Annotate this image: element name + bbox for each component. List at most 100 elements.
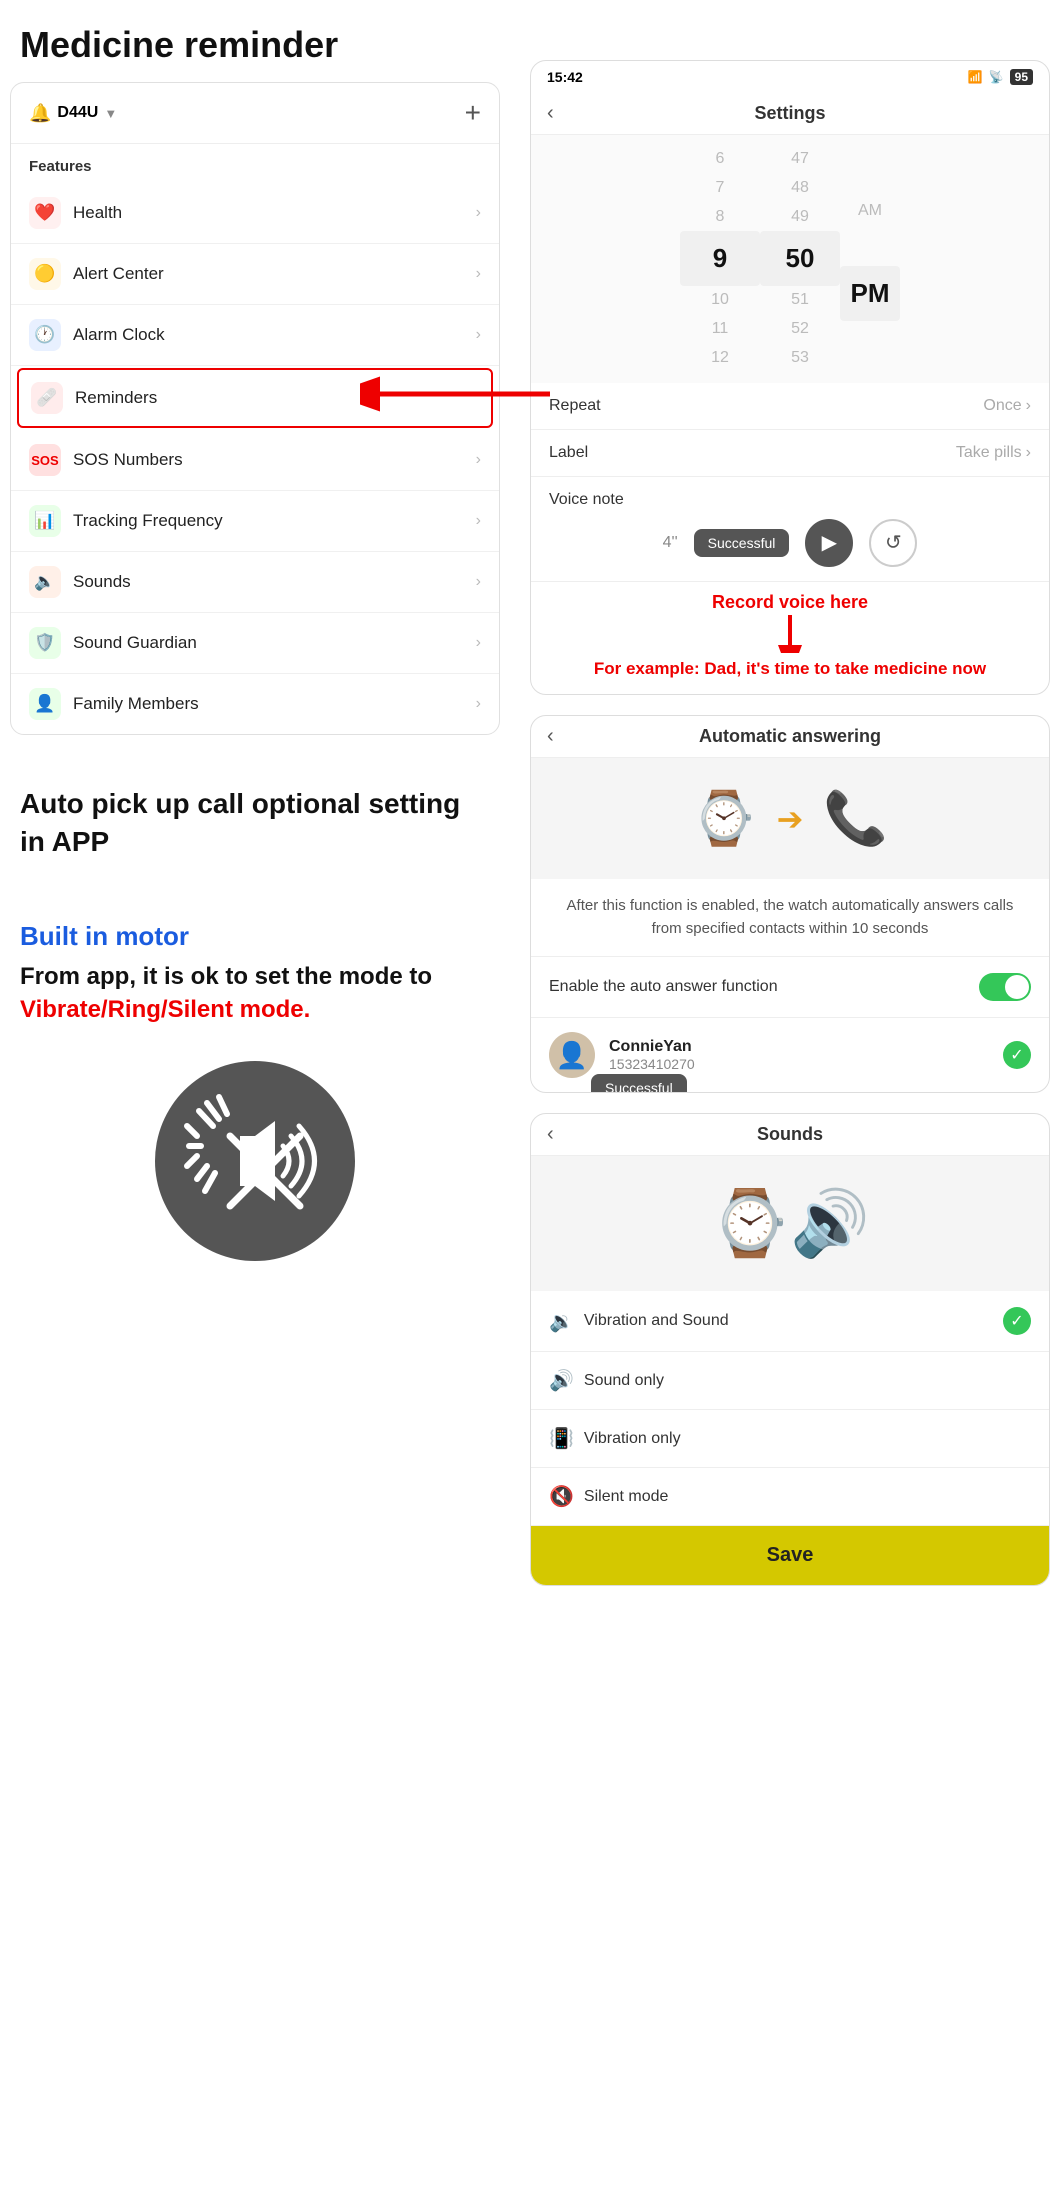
back-button[interactable]: ‹ (547, 102, 554, 125)
auto-answering-screen: ‹ Automatic answering ⌚ ➔ 📞 After this f… (530, 715, 1050, 1093)
minute-picker[interactable]: 47 48 49 50 51 52 53 (760, 145, 840, 373)
toggle-label: Enable the auto answer function (549, 978, 778, 996)
chevron-icon: › (476, 573, 481, 591)
toggle-switch[interactable] (979, 973, 1031, 1001)
duration-label: 4'' (663, 534, 678, 552)
voice-note-area: Voice note 4'' Successful ▶ ↺ (531, 477, 1049, 582)
contact-phone: 15323410270 (609, 1056, 989, 1072)
label-label: Label (549, 444, 588, 462)
auto-nav: ‹ Automatic answering (531, 716, 1049, 758)
repeat-value: Once › (983, 397, 1031, 415)
chevron-icon: › (476, 326, 481, 344)
contact-row: 👤 ConnieYan 15323410270 ✓ Successful (531, 1018, 1049, 1092)
sounds-screen: ‹ Sounds ⌚🔊 🔉 Vibration and Sound ✓ 🔊 So… (530, 1113, 1050, 1586)
sounds-illustration: ⌚🔊 (531, 1156, 1049, 1291)
hour-picker[interactable]: 6 7 8 9 10 11 12 (680, 145, 760, 373)
auto-back-button[interactable]: ‹ (547, 725, 554, 748)
avatar: 👤 (549, 1032, 595, 1078)
hour-12: 12 (711, 344, 729, 373)
motor-block: Built in motor From app, it is ok to set… (0, 881, 510, 1037)
sounds-screen-title: Sounds (757, 1124, 823, 1145)
min-51: 51 (791, 286, 809, 315)
signal-icon: 📶 (968, 70, 983, 84)
chevron-icon: › (476, 512, 481, 530)
tracking-label: Tracking Frequency (73, 511, 223, 531)
sidebar-item-family[interactable]: 👤 Family Members › (11, 674, 499, 734)
sound-option-vib-sound[interactable]: 🔉 Vibration and Sound ✓ (531, 1291, 1049, 1352)
vib-sound-icon: 🔉 (549, 1309, 574, 1334)
alert-icon: 🟡 (29, 258, 61, 290)
am-option: AM (858, 197, 882, 226)
down-arrow-svg (760, 613, 820, 653)
min-52: 52 (791, 315, 809, 344)
sound-only-icon: 🔊 (549, 1368, 574, 1393)
sos-icon: SOS (29, 444, 61, 476)
repeat-row[interactable]: Repeat Once › (531, 383, 1049, 430)
sidebar-item-sos[interactable]: SOS SOS Numbers › (11, 430, 499, 491)
sound-option-sound-only[interactable]: 🔊 Sound only (531, 1352, 1049, 1410)
device-name: 🔔 D44U ▼ (29, 103, 117, 124)
remind-icon: 🩹 (31, 382, 63, 414)
battery-indicator: 95 (1010, 69, 1033, 85)
chevron-icon: › (476, 634, 481, 652)
wifi-icon: 📡 (989, 70, 1004, 84)
sos-label: SOS Numbers (73, 450, 183, 470)
sidebar-item-alarm[interactable]: 🕐 Alarm Clock › (11, 305, 499, 366)
record-annotation: Record voice here For example: Dad, it's… (531, 582, 1049, 695)
sounds-back-button[interactable]: ‹ (547, 1123, 554, 1146)
replay-button[interactable]: ↺ (869, 519, 917, 567)
bell-icon: 🔔 (29, 103, 51, 124)
time-picker[interactable]: 6 7 8 9 10 11 12 47 48 49 50 51 52 53 AM… (531, 135, 1049, 383)
red-arrow-svg (360, 364, 560, 424)
features-label: Features (11, 144, 499, 183)
min-50-selected: 50 (760, 231, 840, 286)
hour-7: 7 (716, 174, 725, 203)
auto-desc: After this function is enabled, the watc… (531, 879, 1049, 957)
phone-icon: 📞 (823, 788, 888, 849)
contact-name: ConnieYan (609, 1038, 989, 1056)
built-in-motor-label: Built in motor (20, 921, 490, 952)
sounds-label: Sounds (73, 572, 131, 592)
silent-icon: 🔇 (549, 1484, 574, 1509)
sidebar-item-tracking[interactable]: 📊 Tracking Frequency › (11, 491, 499, 552)
hour-11: 11 (712, 315, 729, 344)
hour-9-selected: 9 (680, 231, 760, 286)
sidebar-item-alert[interactable]: 🟡 Alert Center › (11, 244, 499, 305)
alarm-icon: 🕐 (29, 319, 61, 351)
auto-title: Automatic answering (699, 726, 881, 747)
health-label: Health (73, 203, 122, 223)
family-icon: 👤 (29, 688, 61, 720)
hour-8: 8 (716, 203, 725, 232)
red-arrow-annotation (360, 364, 560, 429)
label-row[interactable]: Label Take pills › (531, 430, 1049, 477)
add-button[interactable]: + (465, 97, 481, 129)
sounds-nav: ‹ Sounds (531, 1114, 1049, 1156)
family-label: Family Members (73, 694, 199, 714)
silent-label: Silent mode (584, 1488, 669, 1506)
status-bar: 15:42 📶 📡 95 (531, 61, 1049, 93)
play-button[interactable]: ▶ (805, 519, 853, 567)
hour-6: 6 (716, 145, 725, 174)
sidebar-item-sounds[interactable]: 🔈 Sounds › (11, 552, 499, 613)
chevron-icon: › (476, 451, 481, 469)
toggle-row[interactable]: Enable the auto answer function (531, 957, 1049, 1018)
auto-pickup-block: Auto pick up call optional setting in AP… (0, 735, 510, 881)
voice-controls: 4'' Successful ▶ ↺ (549, 519, 1031, 567)
guardian-icon: 🛡️ (29, 627, 61, 659)
guardian-label: Sound Guardian (73, 633, 197, 653)
auto-pickup-text: Auto pick up call optional setting in AP… (20, 785, 490, 861)
vib-sound-check: ✓ (1003, 1307, 1031, 1335)
label-value: Take pills › (956, 444, 1031, 462)
settings-nav: ‹ Settings (531, 93, 1049, 135)
hour-10: 10 (711, 286, 729, 315)
sound-option-silent[interactable]: 🔇 Silent mode (531, 1468, 1049, 1526)
check-icon: ✓ (1003, 1041, 1031, 1069)
sidebar-item-health[interactable]: ❤️ Health › (11, 183, 499, 244)
sound-option-vib-only[interactable]: 📳 Vibration only (531, 1410, 1049, 1468)
toggle-thumb (1005, 975, 1029, 999)
sidebar-item-guardian[interactable]: 🛡️ Sound Guardian › (11, 613, 499, 674)
ampm-picker[interactable]: AM PM (840, 197, 900, 321)
min-47: 47 (791, 145, 809, 174)
example-label: For example: Dad, it's time to take medi… (531, 653, 1049, 691)
save-button[interactable]: Save (531, 1526, 1049, 1585)
